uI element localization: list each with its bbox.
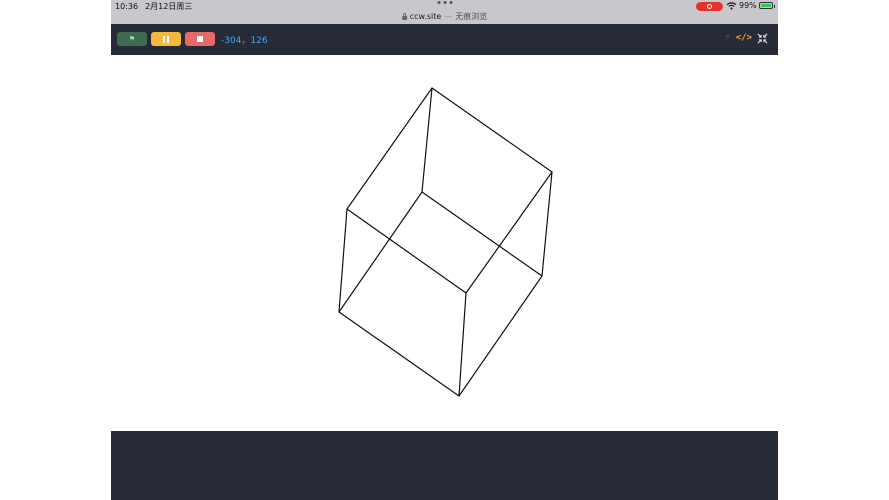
pause-button[interactable] xyxy=(151,32,181,46)
shrink-icon[interactable] xyxy=(757,33,768,44)
url-separator: — xyxy=(444,12,453,21)
bottom-panel xyxy=(111,431,778,500)
status-bar: 10:36 2月12日周三 ccw.site — 无痕浏览 99% xyxy=(111,0,778,24)
pause-icon xyxy=(163,35,169,43)
browse-mode-text: 无痕浏览 xyxy=(455,12,488,21)
flag-icon: ⚑ xyxy=(128,34,136,43)
status-time: 10:36 2月12日周三 xyxy=(115,1,199,12)
green-flag-button[interactable]: ⚑ xyxy=(117,32,147,46)
battery-percent: 99% xyxy=(739,1,757,10)
status-time-text: 10:36 xyxy=(115,2,139,11)
code-icon[interactable]: </> xyxy=(736,34,752,43)
lock-icon xyxy=(401,13,407,20)
cube-front-face xyxy=(346,87,553,294)
status-date-text: 2月12日周三 xyxy=(145,2,193,11)
right-margin xyxy=(778,0,889,500)
screen-record-icon[interactable] xyxy=(696,2,723,11)
cube-edge xyxy=(421,87,433,193)
cube-edge xyxy=(541,171,553,277)
address-bar[interactable]: ccw.site — 无痕浏览 xyxy=(401,11,488,22)
mouse-coordinates: -304，126 xyxy=(221,36,268,46)
cube-edge xyxy=(458,292,467,397)
left-margin xyxy=(0,0,111,500)
cube-back-face xyxy=(338,191,543,397)
url-text: ccw.site xyxy=(409,12,442,21)
cube-edge xyxy=(338,208,348,313)
wifi-icon xyxy=(726,2,737,10)
stage-canvas[interactable] xyxy=(111,55,778,431)
bolt-icon[interactable]: ⚡ xyxy=(724,34,730,43)
multitask-dots-icon[interactable] xyxy=(437,1,452,4)
wireframe-cube xyxy=(338,87,553,397)
stop-button[interactable] xyxy=(185,32,215,46)
battery-icon xyxy=(759,2,775,9)
player-toolbar: ⚑ -304，126 ⚡ </> xyxy=(111,24,778,55)
stop-icon xyxy=(197,36,203,42)
